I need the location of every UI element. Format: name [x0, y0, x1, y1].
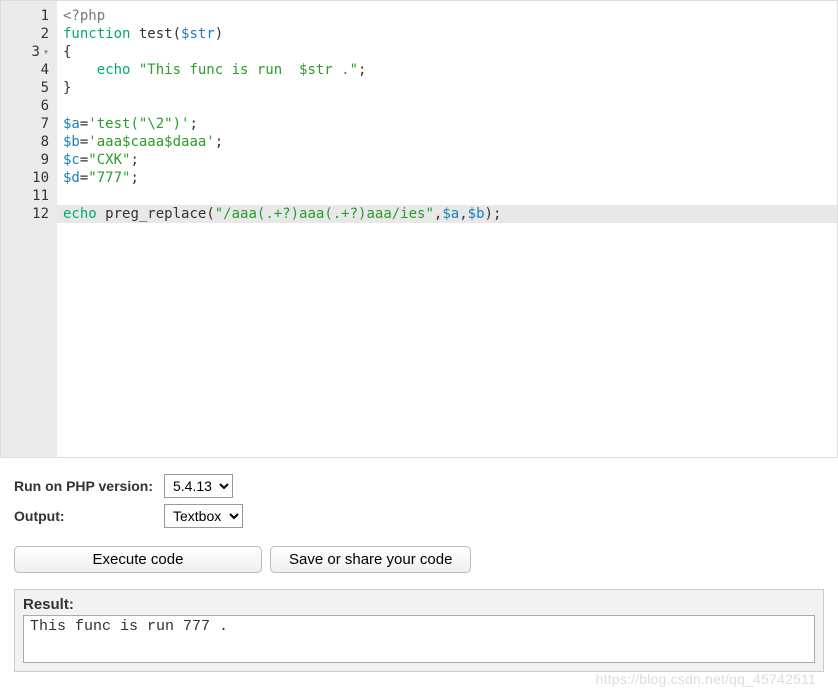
php-version-select[interactable]: 5.4.13 — [164, 474, 233, 498]
line-number: 1 — [7, 7, 49, 25]
button-row: Execute code Save or share your code — [14, 546, 838, 573]
line-number: 4 — [7, 61, 49, 79]
code-line[interactable]: $b='aaa$caaa$daaa'; — [57, 133, 837, 151]
controls-panel: Run on PHP version: 5.4.13 Output: Textb… — [14, 474, 838, 528]
code-line[interactable]: echo "This func is run $str ."; — [57, 61, 837, 79]
code-line[interactable]: { — [57, 43, 837, 61]
code-line[interactable]: function test($str) — [57, 25, 837, 43]
line-number: 7 — [7, 115, 49, 133]
result-output[interactable]: This func is run 777 . — [23, 615, 815, 663]
line-number: 2 — [7, 25, 49, 43]
code-editor[interactable]: 123456789101112 <?phpfunction test($str)… — [0, 0, 838, 458]
line-number: 10 — [7, 169, 49, 187]
execute-button[interactable]: Execute code — [14, 546, 262, 573]
line-number: 3 — [7, 43, 49, 61]
code-line[interactable]: $a='test("\2")'; — [57, 115, 837, 133]
output-label: Output: — [14, 508, 164, 524]
code-line[interactable]: echo preg_replace("/aaa(.+?)aaa(.+?)aaa/… — [57, 205, 837, 223]
save-share-button[interactable]: Save or share your code — [270, 546, 471, 573]
line-number: 5 — [7, 79, 49, 97]
line-number: 9 — [7, 151, 49, 169]
watermark-text: https://blog.csdn.net/qq_45742511 — [596, 671, 816, 687]
line-number: 8 — [7, 133, 49, 151]
php-version-label: Run on PHP version: — [14, 478, 164, 494]
code-line[interactable]: $d="777"; — [57, 169, 837, 187]
result-label: Result: — [23, 596, 815, 613]
code-area[interactable]: <?phpfunction test($str){ echo "This fun… — [57, 1, 837, 457]
line-number: 6 — [7, 97, 49, 115]
output-select[interactable]: Textbox — [164, 504, 243, 528]
code-line[interactable]: } — [57, 79, 837, 97]
line-number-gutter: 123456789101112 — [1, 1, 57, 457]
code-line[interactable]: $c="CXK"; — [57, 151, 837, 169]
code-line[interactable] — [57, 187, 837, 205]
code-line[interactable] — [57, 97, 837, 115]
line-number: 12 — [7, 205, 49, 223]
result-panel: Result: This func is run 777 . — [14, 589, 824, 672]
code-line[interactable]: <?php — [57, 7, 837, 25]
line-number: 11 — [7, 187, 49, 205]
